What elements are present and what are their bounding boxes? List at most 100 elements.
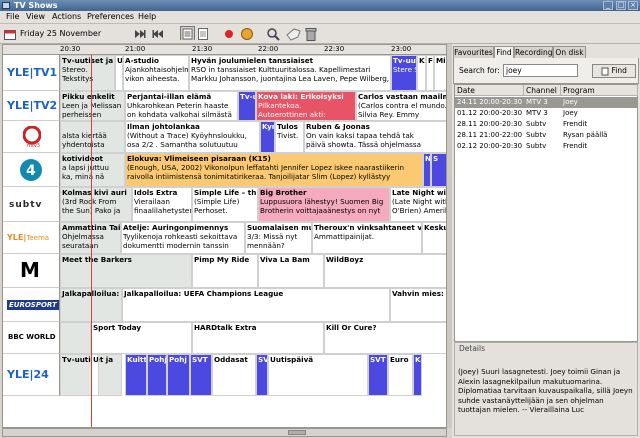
program-cell[interactable]: Kl <box>417 55 426 91</box>
program-cell[interactable]: Pimp My Ride <box>192 254 258 288</box>
program-cell[interactable]: Oddasat <box>212 354 256 396</box>
program-cell[interactable]: Hyvän joulumielen tanssiaiset RSO in tans… <box>189 55 391 91</box>
channel-logo[interactable]: subtv <box>3 187 60 222</box>
result-row[interactable]: 28.11 21:00-22:00 Subtv Rysan päällä <box>455 130 638 141</box>
program-cell[interactable]: Ruben & Joonas On vain kaksi tapaa tehdä … <box>304 121 446 153</box>
menu-actions[interactable]: Actions <box>52 12 81 21</box>
mtv-logo-icon: M <box>20 258 40 282</box>
program-cell[interactable]: Kolmas kivi auri (3rd Rock From the Sun) P… <box>60 187 132 222</box>
program-cell[interactable]: Late Night with Co(Late Night with CoO'B… <box>390 187 446 222</box>
horizontal-scrollbar[interactable] <box>2 428 447 437</box>
program-cell[interactable]: Mic <box>434 55 446 91</box>
program-cell[interactable]: Idols Extra Vierailaan finaalilahetysten <box>132 187 192 222</box>
program-cell[interactable]: Tv-uutiset ja Stereo. Tekstitys <box>60 55 115 91</box>
result-row[interactable]: 24.11 20:00-20:30 MTV 3 Joey <box>455 97 638 108</box>
col-header-date[interactable]: Date <box>455 85 524 96</box>
col-header-program[interactable]: Program <box>561 85 638 96</box>
scrollbar-thumb[interactable] <box>288 430 306 435</box>
program-title: Idols Extra <box>134 188 178 197</box>
program-cell[interactable]: Tv-uutis <box>238 91 256 121</box>
channel-logo[interactable]: YLE|Teema <box>3 222 60 254</box>
maximize-button[interactable]: □ <box>616 1 626 10</box>
program-cell[interactable]: alsta kiertää yhdentoista <box>60 121 125 153</box>
program-cell[interactable]: Big Brother Luppusuora lähestyy! Suomen B… <box>258 187 390 222</box>
program-description: Luppusuora lähestyy! Suomen Big <box>260 197 384 206</box>
program-cell[interactable]: Pikku enkelit Leen ja Melissan perheissen <box>60 91 125 121</box>
channel-logo[interactable]: BBC WORLD <box>3 322 60 354</box>
menu-preferences[interactable]: Preferences <box>87 12 134 21</box>
program-cell[interactable]: Kova laki: Erikoisyksi Pilkantekoa. Autoer… <box>256 91 356 121</box>
program-cell[interactable]: Kymmenen <box>260 121 275 153</box>
document-view-icon[interactable] <box>197 27 209 41</box>
channel-logo[interactable]: YLE|TV1 <box>3 55 60 91</box>
program-cell[interactable]: Pohj <box>147 354 167 396</box>
program-title: Keskus <box>424 223 446 232</box>
search-icon[interactable] <box>266 27 280 41</box>
program-cell[interactable]: Kill Or Cure? <box>324 322 446 354</box>
program-cell[interactable]: Carlos vastaan maailma (Carlos contra el … <box>356 91 446 121</box>
menu-help[interactable]: Help <box>138 12 156 21</box>
col-header-channel[interactable]: Channel <box>524 85 561 96</box>
minimize-button[interactable]: _ <box>603 1 613 10</box>
close-button[interactable]: × <box>628 1 638 10</box>
program-cell[interactable]: Viva La Bam <box>258 254 324 288</box>
calendar-icon[interactable] <box>4 29 16 43</box>
program-cell[interactable]: Euro <box>388 354 413 396</box>
skip-back-icon[interactable] <box>152 27 164 41</box>
result-row[interactable]: 28.11 20:00-20:30 Subtv Frendit <box>455 119 638 130</box>
program-cell[interactable]: Keskus <box>422 222 446 254</box>
menu-view[interactable]: View <box>26 12 45 21</box>
result-row[interactable]: 01.12 20:00-20:30 MTV 3 Joey <box>455 108 638 119</box>
program-cell[interactable]: Tv-uutStere St <box>391 55 417 91</box>
program-cell[interactable]: A-studio Ajankohtaisohjelm vikon aiheesta. <box>123 55 189 91</box>
program-title: S <box>433 154 439 163</box>
search-input[interactable] <box>503 64 578 77</box>
recording-disk-icon[interactable] <box>240 27 254 41</box>
program-cell[interactable]: SVT <box>256 354 268 396</box>
program-cell[interactable]: kotivideot a lapsi juttuu ka, minä nä <box>60 153 125 187</box>
program-cell[interactable]: Jalkapalloilua: UEFA Champions League <box>122 288 390 322</box>
skip-forward-icon[interactable] <box>134 27 146 41</box>
program-cell[interactable]: Suomalaisen mu 3/3: Missä nyt mennään? <box>245 222 312 254</box>
program-cell[interactable]: S <box>431 153 446 187</box>
program-cell[interactable]: Perjantai-illan elämä Uhkarohkean Peterin… <box>125 91 238 121</box>
list-view-icon[interactable] <box>180 26 195 40</box>
program-cell[interactable]: Elokuva: Vlimeiseen pisaraan (K15) (Enoug… <box>125 153 423 187</box>
program-cell[interactable]: Kultt <box>125 354 147 396</box>
program-cell[interactable]: SVT <box>190 354 212 396</box>
result-row[interactable]: 02.12 20:00-20:30 Subtv Frendit <box>455 141 638 152</box>
record-icon[interactable] <box>223 27 235 41</box>
program-cell[interactable]: Theroux'n vinksahtaneet vi Ammattipainija… <box>312 222 422 254</box>
channel-logo[interactable]: M <box>3 254 60 288</box>
program-cell[interactable]: HARDtalk Extra <box>192 322 324 354</box>
program-cell[interactable]: Meet the Barkers <box>60 254 192 288</box>
program-cell[interactable]: Pohj <box>167 354 190 396</box>
channel-logo[interactable]: mtv3 <box>3 121 60 153</box>
program-cell[interactable]: N <box>423 153 431 187</box>
menu-file[interactable]: File <box>6 12 19 21</box>
channel-logo[interactable]: 4 <box>3 153 60 187</box>
program-description: Tyylikenoja rohkeasti sekoittava <box>123 232 238 241</box>
program-cell[interactable]: Simple Life – th (Simple Life) Perhoset. <box>192 187 258 222</box>
program-cell[interactable] <box>60 322 91 354</box>
trash-icon[interactable] <box>305 27 317 41</box>
program-cell[interactable]: Ur <box>115 55 123 91</box>
result-cell: 28.11 21:00-22:00 <box>457 131 523 139</box>
channel-logo[interactable]: YLE|24 <box>3 354 60 396</box>
program-cell[interactable]: Ur <box>91 354 99 396</box>
program-cell[interactable]: Ilman johtolankaa (Without a Trace) Kyöyh… <box>125 121 260 153</box>
program-cell[interactable]: FS <box>426 55 434 91</box>
channel-logo[interactable]: YLE|TV2 <box>3 91 60 121</box>
program-cell[interactable]: Atelje: Auringonpimennys Tyylikenoja rohk… <box>121 222 245 254</box>
find-button[interactable]: Find <box>592 64 636 78</box>
result-cell: Subtv <box>526 120 547 128</box>
channel-logo[interactable]: EUROSPORT <box>3 288 60 322</box>
program-cell[interactable]: Vahvin mies: <box>390 288 446 322</box>
program-cell[interactable]: Uutispäivä <box>268 354 368 396</box>
program-cell[interactable]: SVT <box>368 354 388 396</box>
program-cell[interactable]: Sport Today <box>91 322 192 354</box>
program-cell[interactable]: Tulos Tivist. <box>275 121 304 153</box>
tag-icon[interactable] <box>285 27 301 41</box>
program-cell[interactable]: Kl <box>413 354 422 396</box>
program-cell[interactable]: WildBoyz <box>324 254 446 288</box>
